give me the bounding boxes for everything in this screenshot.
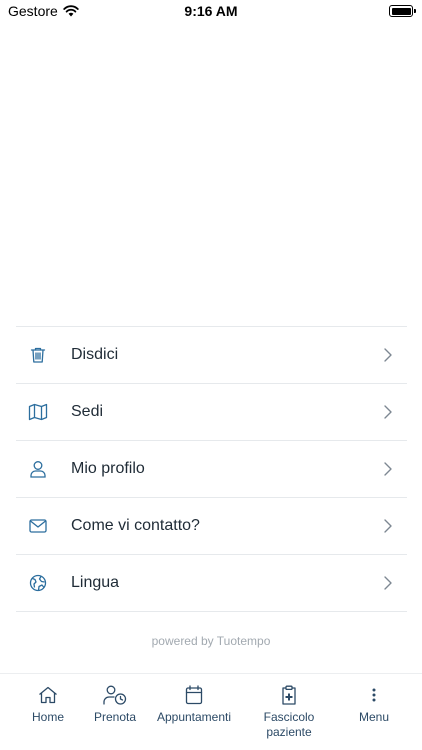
tab-label: Home xyxy=(31,710,64,724)
tab-label: Fascicolo paziente xyxy=(263,710,315,739)
menu-item-label: Sedi xyxy=(71,403,104,420)
chevron-right-icon xyxy=(384,348,392,362)
chevron-right-icon xyxy=(384,462,392,476)
home-icon xyxy=(38,684,58,706)
user-icon xyxy=(28,459,48,479)
menu-item-label: Mio profilo xyxy=(71,460,145,477)
chevron-right-icon xyxy=(384,576,392,590)
tab-appuntamenti[interactable]: Appuntamenti xyxy=(151,674,237,750)
status-bar: Gestore 9:16 AM xyxy=(0,0,422,24)
trash-icon xyxy=(28,345,48,365)
clipboard-plus-icon xyxy=(281,684,297,706)
menu-item-mio-profilo[interactable]: Mio profilo xyxy=(16,441,407,498)
menu-item-label: Lingua xyxy=(71,574,120,591)
mail-icon xyxy=(28,516,48,536)
tab-home[interactable]: Home xyxy=(17,674,79,750)
menu-item-label: Come vi contatto? xyxy=(71,517,200,534)
tab-bar: Home Prenota Appuntamenti Fascicolo pazi… xyxy=(0,673,422,750)
chevron-right-icon xyxy=(384,405,392,419)
menu-item-lingua[interactable]: Lingua xyxy=(16,555,407,612)
tab-label: Appuntamenti xyxy=(156,710,232,724)
tab-menu[interactable]: Menu xyxy=(344,674,404,750)
status-time: 9:16 AM xyxy=(184,3,238,19)
menu-list: Disdici Sedi Mio profilo Come vi contatt… xyxy=(16,326,407,612)
menu-item-label: Disdici xyxy=(71,346,119,363)
globe-icon xyxy=(28,573,48,593)
tab-label: Prenota xyxy=(93,710,137,724)
tab-prenota[interactable]: Prenota xyxy=(85,674,145,750)
menu-item-sedi[interactable]: Sedi xyxy=(16,384,407,441)
menu-item-disdici[interactable]: Disdici xyxy=(16,327,407,384)
more-vertical-icon xyxy=(371,684,377,706)
chevron-right-icon xyxy=(384,519,392,533)
tab-label: Menu xyxy=(358,710,390,724)
powered-by-text: powered by Tuotempo xyxy=(151,634,271,648)
map-icon xyxy=(28,402,48,422)
battery-icon xyxy=(389,5,416,17)
user-clock-icon xyxy=(103,684,127,706)
menu-item-come-vi-contatto[interactable]: Come vi contatto? xyxy=(16,498,407,555)
calendar-icon xyxy=(185,684,203,706)
tab-fascicolo-paziente[interactable]: Fascicolo paziente xyxy=(250,674,328,750)
